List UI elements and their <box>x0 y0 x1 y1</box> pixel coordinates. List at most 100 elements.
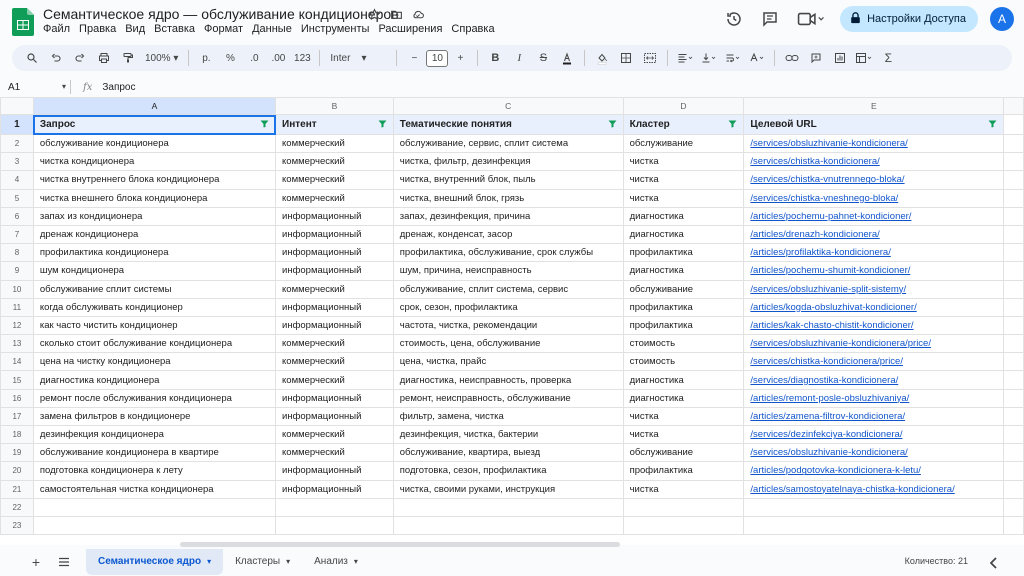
font-size-input[interactable]: 10 <box>426 49 449 67</box>
url-cell[interactable]: /articles/samostoyatelnaya-chistka-kondi… <box>743 479 1005 499</box>
menu-help[interactable]: Справка <box>451 23 499 35</box>
query-cell[interactable]: дезинфекция кондиционера <box>32 424 277 445</box>
empty-cell[interactable] <box>1003 152 1024 172</box>
functions-icon[interactable]: Σ <box>879 48 897 68</box>
menu-insert[interactable]: Вставка <box>154 23 200 35</box>
url-cell[interactable]: /services/dezinfekciya-kondicionera/ <box>743 424 1005 445</box>
row-header[interactable]: 1 <box>0 114 34 135</box>
empty-cell[interactable] <box>622 515 745 536</box>
chevron-left-icon[interactable] <box>980 552 1008 574</box>
undo-icon[interactable] <box>47 48 65 68</box>
fill-color-icon[interactable] <box>593 48 611 68</box>
empty-cell[interactable] <box>1003 114 1024 135</box>
decrease-decimal-button[interactable]: .0 <box>245 48 263 68</box>
insert-link-icon[interactable] <box>783 48 801 68</box>
currency-format-button[interactable]: р. <box>197 48 215 68</box>
query-cell[interactable]: когда обслуживать кондиционер <box>32 297 277 317</box>
row-header[interactable]: 10 <box>0 279 34 299</box>
empty-cell[interactable] <box>392 515 624 536</box>
cluster-cell[interactable]: диагностика <box>622 388 745 408</box>
url-cell[interactable]: /services/obsluzhivanie-kondicionera/ <box>743 133 1005 154</box>
empty-cell[interactable] <box>743 497 1005 517</box>
empty-cell[interactable] <box>1003 461 1024 481</box>
filter-icon[interactable] <box>260 120 269 131</box>
concepts-cell[interactable]: фильтр, замена, чистка <box>392 406 624 427</box>
bold-icon[interactable]: B <box>486 48 504 68</box>
empty-cell[interactable] <box>1003 497 1024 517</box>
header-cell[interactable]: Запрос <box>32 114 277 135</box>
row-header[interactable]: 11 <box>0 297 34 317</box>
percent-format-button[interactable]: % <box>221 48 239 68</box>
borders-icon[interactable] <box>617 48 635 68</box>
cluster-cell[interactable]: профилактика <box>622 297 745 317</box>
row-header[interactable]: 17 <box>0 406 34 427</box>
empty-cell[interactable] <box>1003 515 1024 536</box>
url-cell[interactable]: /articles/podgotovka-kondicionera-k-letu… <box>743 461 1005 481</box>
insert-comment-icon[interactable] <box>807 48 825 68</box>
url-cell[interactable]: /services/chistka-vnutrennego-bloka/ <box>743 170 1005 190</box>
cluster-cell[interactable]: диагностика <box>622 206 745 226</box>
url-cell[interactable]: /articles/pochemu-pahnet-kondicioner/ <box>743 206 1005 226</box>
concepts-cell[interactable]: обслуживание, квартира, выезд <box>392 443 624 463</box>
cluster-cell[interactable]: чистка <box>622 152 745 172</box>
url-cell[interactable]: /articles/remont-posle-obsluzhivaniya/ <box>743 388 1005 408</box>
column-header[interactable]: A <box>32 97 277 115</box>
number-format-button[interactable]: 123 <box>293 48 311 68</box>
row-header[interactable]: 2 <box>0 133 34 154</box>
cluster-cell[interactable]: диагностика <box>622 370 745 390</box>
filter-icon[interactable] <box>378 120 387 131</box>
font-select[interactable]: Inter ▾ <box>328 48 388 68</box>
url-cell[interactable]: /articles/zamena-filtrov-kondicionera/ <box>743 406 1005 427</box>
empty-cell[interactable] <box>1003 206 1024 226</box>
empty-cell[interactable] <box>1003 334 1024 354</box>
empty-cell[interactable] <box>1003 170 1024 190</box>
all-sheets-icon[interactable] <box>50 551 78 573</box>
italic-icon[interactable]: I <box>510 48 528 68</box>
menu-extensions[interactable]: Расширения <box>378 23 447 35</box>
concepts-cell[interactable]: профилактика, обслуживание, срок службы <box>392 243 624 263</box>
font-size-increase-button[interactable]: + <box>451 48 469 68</box>
cluster-cell[interactable]: обслуживание <box>622 133 745 154</box>
url-cell[interactable]: /articles/pochemu-shumit-kondicioner/ <box>743 261 1005 281</box>
meet-video-icon[interactable] <box>794 7 828 31</box>
menu-tools[interactable]: Инструменты <box>301 23 375 35</box>
avatar[interactable]: A <box>990 7 1014 31</box>
empty-cell[interactable] <box>275 497 394 517</box>
add-sheet-icon[interactable]: + <box>22 551 50 573</box>
filter-icon[interactable] <box>608 120 617 131</box>
column-header[interactable]: D <box>622 97 745 115</box>
concepts-cell[interactable]: стоимость, цена, обслуживание <box>392 334 624 354</box>
cloud-saved-icon[interactable] <box>410 6 426 22</box>
empty-cell[interactable] <box>1003 224 1024 245</box>
row-header[interactable]: 4 <box>0 170 34 190</box>
row-header[interactable]: 14 <box>0 352 34 372</box>
move-folder-icon[interactable] <box>388 6 404 22</box>
empty-cell[interactable] <box>622 497 745 517</box>
concepts-cell[interactable]: обслуживание, сплит система, сервис <box>392 279 624 299</box>
query-cell[interactable]: ремонт после обслуживания кондиционера <box>32 388 277 408</box>
intent-cell[interactable]: коммерческий <box>275 279 394 299</box>
intent-cell[interactable]: коммерческий <box>275 188 394 208</box>
url-cell[interactable]: /services/diagnostika-kondicionera/ <box>743 370 1005 390</box>
concepts-cell[interactable]: запах, дезинфекция, причина <box>392 206 624 226</box>
filter-icon[interactable] <box>728 120 737 131</box>
intent-cell[interactable]: информационный <box>275 479 394 499</box>
menu-format[interactable]: Формат <box>204 23 248 35</box>
url-cell[interactable]: /articles/profilaktika-kondicionera/ <box>743 243 1005 263</box>
concepts-cell[interactable]: дезинфекция, чистка, бактерии <box>392 424 624 445</box>
row-header[interactable]: 20 <box>0 461 34 481</box>
zoom-select[interactable]: 100% ▾ <box>143 48 180 68</box>
text-wrapping-icon[interactable] <box>724 48 742 68</box>
empty-cell[interactable] <box>1003 406 1024 427</box>
merge-cells-icon[interactable] <box>641 48 659 68</box>
name-box[interactable]: A1 ▾ <box>0 82 70 93</box>
menu-view[interactable]: Вид <box>125 23 150 35</box>
url-cell[interactable]: /articles/kogda-obsluzhivat-kondicioner/ <box>743 297 1005 317</box>
document-title[interactable]: Семантическое ядро — обслуживание кондиц… <box>43 6 399 22</box>
url-cell[interactable]: /services/obsluzhivanie-kondicionera/pri… <box>743 334 1005 354</box>
intent-cell[interactable]: информационный <box>275 261 394 281</box>
cluster-cell[interactable]: обслуживание <box>622 443 745 463</box>
cluster-cell[interactable]: профилактика <box>622 315 745 336</box>
cluster-cell[interactable]: чистка <box>622 188 745 208</box>
vertical-align-icon[interactable] <box>700 48 718 68</box>
